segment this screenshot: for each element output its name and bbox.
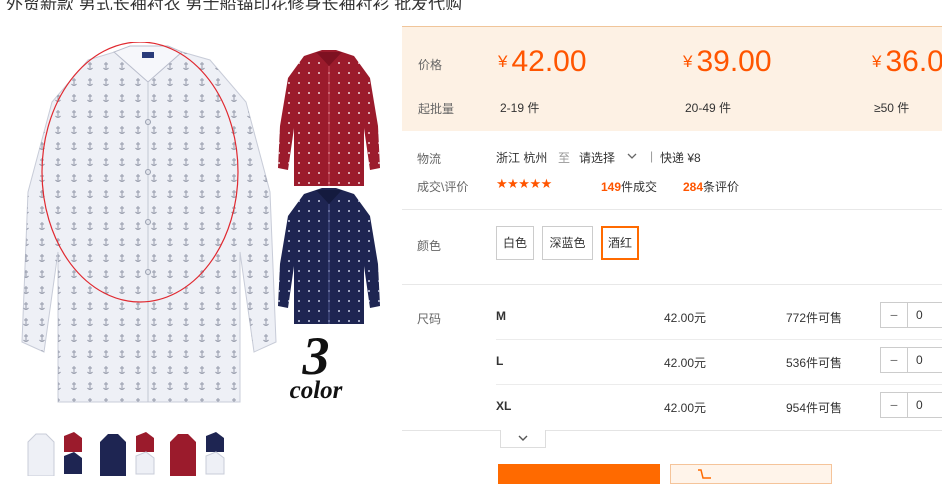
price-panel: 价格 起批量 ¥42.00 ¥39.00 ¥36.00 2-19 件 20-49…	[402, 26, 942, 131]
review-count[interactable]: 284条评价	[683, 178, 739, 195]
price-tier-1: ¥42.00	[498, 45, 587, 78]
thumbnail-3[interactable]	[166, 428, 226, 476]
shipping-fee: 快递 ¥8	[660, 151, 701, 165]
size-price: 42.00元	[664, 311, 707, 325]
sales-count[interactable]: 149件成交	[601, 178, 657, 195]
size-price: 42.00元	[664, 356, 707, 370]
divider	[402, 209, 942, 210]
size-row-l: L 42.00元 536件可售 − 0	[402, 339, 942, 384]
main-product-image[interactable]	[18, 42, 280, 408]
size-stock: 954件可售	[786, 401, 843, 415]
deals-label: 成交\评价	[417, 180, 469, 194]
size-name: M	[496, 309, 506, 323]
thumbnail-strip	[24, 428, 234, 476]
quantity-stepper: − 0	[880, 302, 942, 328]
size-name: XL	[496, 399, 512, 413]
quantity-stepper: − 0	[880, 347, 942, 373]
color-option-wine-red[interactable]: 酒红	[601, 226, 639, 260]
rating-stars: ★★★★★	[496, 176, 552, 191]
quantity-input[interactable]: 0	[907, 347, 942, 373]
thumbnail-1[interactable]	[24, 428, 84, 476]
minus-icon[interactable]: −	[880, 347, 908, 373]
size-name: L	[496, 354, 504, 368]
chevron-down-icon	[518, 435, 528, 441]
logistics-label: 物流	[417, 152, 442, 166]
divider	[402, 284, 942, 285]
size-row-xl: XL 42.00元 954件可售 − 0	[402, 384, 942, 429]
thumbnail-2[interactable]	[96, 428, 156, 476]
color-label: 颜色	[417, 239, 442, 253]
navy-shirt-image[interactable]	[274, 186, 384, 326]
product-title: 外贸新款 男式长袖衬衣 男士船锚印花修身长袖衬衫 批发代购	[6, 0, 463, 10]
batch-range-1: 2-19 件	[500, 101, 540, 115]
quantity-stepper: − 0	[880, 392, 942, 418]
price-label: 价格	[418, 58, 443, 72]
divider	[402, 430, 942, 431]
size-stock: 772件可售	[786, 311, 843, 325]
size-stock: 536件可售	[786, 356, 843, 370]
minus-icon[interactable]: −	[880, 392, 908, 418]
color-option-white[interactable]: 白色	[496, 226, 534, 260]
price-tier-3: ¥36.00	[872, 45, 942, 78]
color-count-label: 3 color	[280, 326, 352, 404]
color-word: color	[289, 377, 343, 404]
color-option-navy[interactable]: 深蓝色	[542, 226, 593, 260]
destination-select[interactable]: 请选择	[579, 149, 615, 166]
size-price: 42.00元	[664, 401, 707, 415]
batch-range-3: ≥50 件	[874, 101, 910, 115]
batch-range-2: 20-49 件	[685, 101, 732, 115]
logistics-to: 至	[558, 151, 571, 165]
buy-now-button[interactable]	[498, 464, 660, 484]
quantity-input[interactable]: 0	[907, 302, 942, 328]
product-image-area: 3 color	[0, 14, 400, 426]
price-tier-2: ¥39.00	[683, 45, 772, 78]
red-shirt-image[interactable]	[274, 48, 384, 188]
cart-icon	[698, 469, 711, 479]
color-count: 3	[302, 326, 330, 386]
batch-label: 起批量	[418, 102, 455, 116]
size-row-m: M 42.00元 772件可售 − 0	[402, 294, 942, 339]
quantity-input[interactable]: 0	[907, 392, 942, 418]
add-to-cart-button[interactable]	[670, 464, 832, 484]
logistics-origin: 浙江 杭州	[496, 151, 548, 165]
expand-sizes-button[interactable]	[500, 430, 546, 448]
chevron-down-icon[interactable]	[627, 152, 637, 160]
logistics-divider: |	[650, 149, 654, 163]
minus-icon[interactable]: −	[880, 302, 908, 328]
